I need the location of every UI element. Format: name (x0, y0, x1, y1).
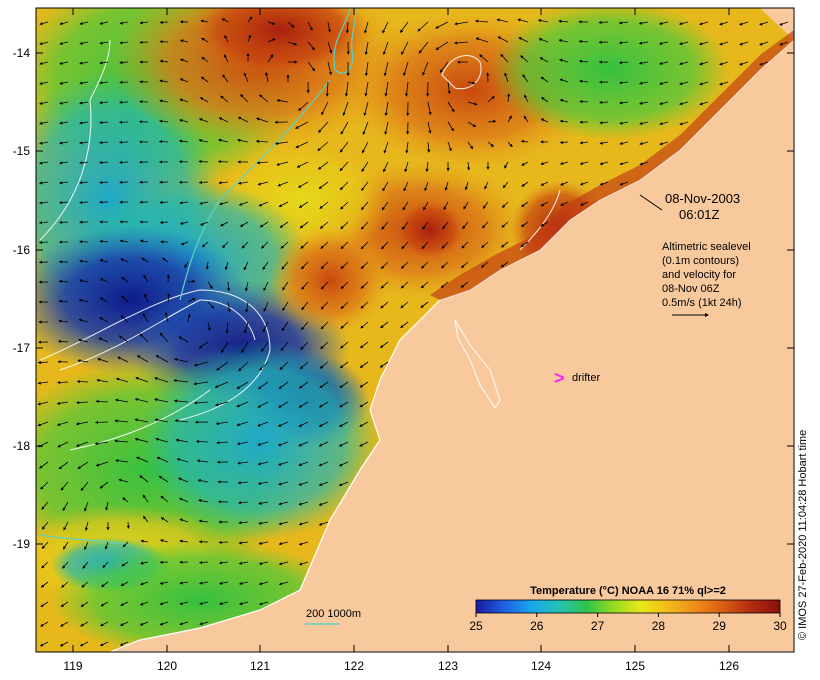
colorbar-tick-label: 27 (591, 619, 605, 633)
date-label: 08-Nov-2003 (665, 191, 740, 206)
svg-text:123: 123 (438, 659, 458, 673)
svg-text:Altimetric sealevel: Altimetric sealevel (662, 241, 751, 253)
velocity-arrow (599, 100, 609, 104)
velocity-arrow (119, 80, 129, 84)
credit-text: © IMOS 27-Feb-2020 11:04:28 Hobart time (797, 429, 809, 640)
drifter-label: drifter (572, 372, 600, 384)
svg-text:0.5m/s (1kt 24h): 0.5m/s (1kt 24h) (662, 297, 741, 309)
velocity-arrow (159, 20, 169, 24)
colorbar-tick-label: 25 (469, 619, 483, 633)
svg-text:121: 121 (250, 659, 270, 673)
svg-text:-18: -18 (13, 439, 31, 453)
svg-text:-15: -15 (13, 144, 31, 158)
svg-text:-16: -16 (13, 243, 31, 257)
svg-text:200 1000m: 200 1000m (306, 608, 361, 620)
svg-text:-14: -14 (13, 46, 31, 60)
colorbar-tick-label: 30 (773, 619, 787, 633)
svg-text:-17: -17 (13, 341, 31, 355)
velocity-arrow (217, 160, 229, 164)
svg-text:119: 119 (63, 659, 82, 673)
colorbar-tick-label: 26 (530, 619, 544, 633)
velocity-arrow (139, 40, 149, 44)
svg-text:126: 126 (719, 659, 739, 673)
svg-text:and velocity for: and velocity for (662, 269, 736, 281)
colorbar-title: Temperature (°C) NOAA 16 71% ql>=2 (530, 585, 726, 597)
svg-text:125: 125 (625, 659, 645, 673)
velocity-arrow (94, 420, 109, 425)
colorbar-tick-label: 28 (652, 619, 666, 633)
sst-map: -14 -15 -16 -17 -18 -19 119 120 121 122 … (13, 7, 795, 673)
svg-text:-19: -19 (13, 537, 31, 551)
velocity-arrow (126, 521, 130, 529)
time-label: 06:01Z (679, 207, 720, 222)
velocity-arrow (218, 540, 229, 544)
svg-text:122: 122 (344, 659, 364, 673)
colorbar-tick-label: 29 (713, 619, 727, 633)
svg-text:08-Nov 06Z: 08-Nov 06Z (662, 283, 720, 295)
velocity-arrow (59, 220, 69, 224)
svg-text:120: 120 (157, 659, 177, 673)
colorbar-ramp (475, 599, 781, 614)
drifter-symbol: > (554, 368, 565, 388)
svg-text:(0.1m contours): (0.1m contours) (662, 255, 739, 267)
velocity-arrow (119, 160, 129, 164)
svg-text:124: 124 (531, 659, 551, 673)
velocity-arrow (166, 274, 170, 283)
